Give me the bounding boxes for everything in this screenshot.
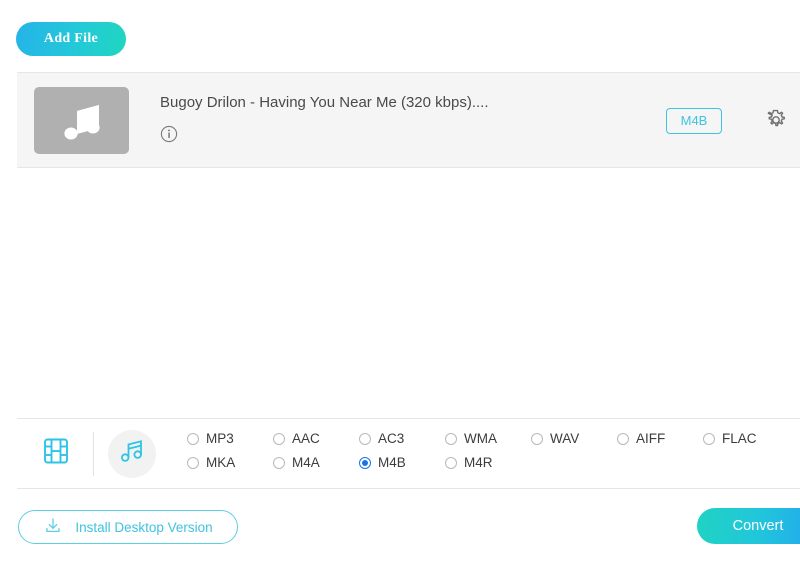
format-label: AIFF (636, 431, 666, 446)
format-radio-group: MP3 AAC AC3 WMA WAV AIFF FLAC MKA M4A M4… (187, 431, 787, 470)
format-selection-bar: MP3 AAC AC3 WMA WAV AIFF FLAC MKA M4A M4… (17, 418, 800, 489)
music-note-icon (119, 438, 146, 469)
format-option-wav[interactable]: WAV (531, 431, 617, 446)
format-label: AAC (292, 431, 320, 446)
file-list-row[interactable]: Bugoy Drilon - Having You Near Me (320 k… (17, 72, 800, 168)
tab-video[interactable] (33, 431, 79, 477)
output-format-badge[interactable]: M4B (666, 108, 722, 134)
format-label: WAV (550, 431, 580, 446)
add-file-button[interactable]: Add File (16, 22, 126, 56)
media-type-tabs (33, 419, 156, 488)
radio-dot (445, 432, 457, 445)
radio-dot (359, 432, 371, 445)
convert-button[interactable]: Convert (697, 508, 800, 544)
film-strip-icon (41, 436, 71, 471)
radio-dot (703, 432, 715, 445)
tab-audio[interactable] (108, 429, 156, 478)
format-option-m4a[interactable]: M4A (273, 455, 359, 470)
format-option-mp3[interactable]: MP3 (187, 431, 273, 446)
format-label: MKA (206, 455, 236, 470)
format-option-wma[interactable]: WMA (445, 431, 531, 446)
empty-workspace (0, 169, 800, 418)
install-button-label: Install Desktop Version (75, 519, 213, 535)
format-option-flac[interactable]: FLAC (703, 431, 789, 446)
format-label: MP3 (206, 431, 234, 446)
top-toolbar: Add File (0, 0, 800, 72)
file-thumbnail (34, 87, 129, 154)
format-label: AC3 (378, 431, 405, 446)
radio-dot-selected (359, 456, 371, 469)
radio-dot (273, 432, 285, 445)
radio-dot (273, 456, 285, 469)
converter-app: Add File Bugoy Drilon - Having You Near … (0, 0, 800, 565)
format-option-mka[interactable]: MKA (187, 455, 273, 470)
radio-dot (187, 432, 199, 445)
format-option-aac[interactable]: AAC (273, 431, 359, 446)
format-option-ac3[interactable]: AC3 (359, 431, 445, 446)
file-name-label: Bugoy Drilon - Having You Near Me (320 k… (160, 94, 489, 111)
tab-divider (93, 431, 94, 476)
radio-dot (187, 456, 199, 469)
info-icon[interactable] (160, 125, 178, 143)
bottom-action-bar: Install Desktop Version (0, 489, 800, 565)
radio-dot (617, 432, 629, 445)
format-option-m4b[interactable]: M4B (359, 455, 445, 470)
format-option-aiff[interactable]: AIFF (617, 431, 703, 446)
format-label: M4A (292, 455, 320, 470)
radio-dot (531, 432, 543, 445)
format-label: FLAC (722, 431, 757, 446)
format-label: M4R (464, 455, 493, 470)
format-label: M4B (378, 455, 406, 470)
download-icon (43, 516, 63, 539)
gear-icon[interactable] (762, 107, 790, 135)
format-label: WMA (464, 431, 497, 446)
format-option-m4r[interactable]: M4R (445, 455, 531, 470)
radio-dot (445, 456, 457, 469)
install-desktop-version-button[interactable]: Install Desktop Version (18, 510, 238, 544)
